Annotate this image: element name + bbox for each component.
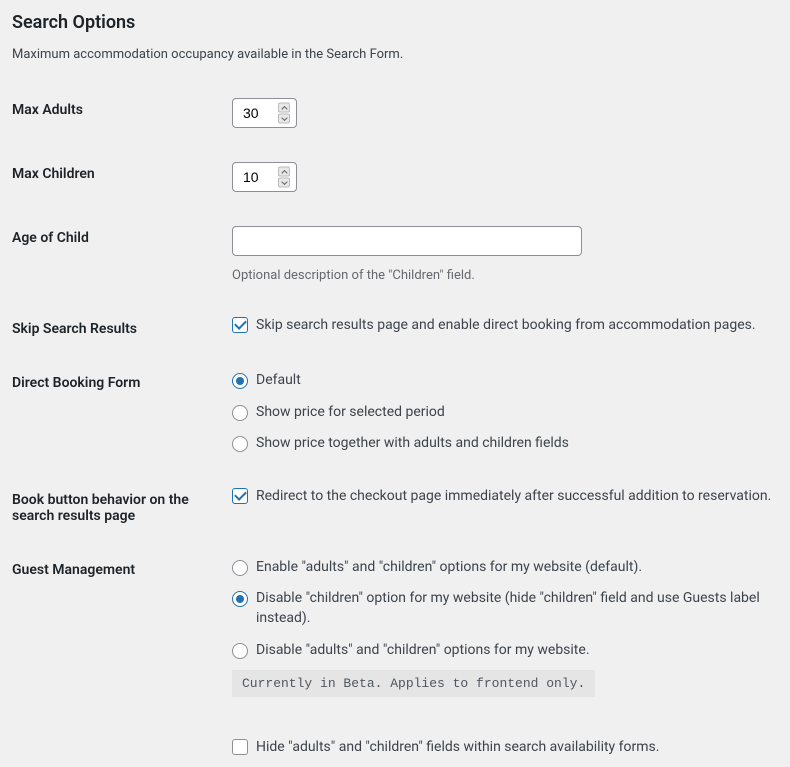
hide-fields-checkbox-label[interactable]: Hide "adults" and "children" fields with… <box>256 739 659 755</box>
skip-search-checkbox[interactable] <box>232 317 248 333</box>
direct-booking-radio-price-label[interactable]: Show price for selected period <box>256 403 445 423</box>
guest-radio-disable-both[interactable] <box>232 643 248 659</box>
beta-note: Currently in Beta. Applies to frontend o… <box>232 670 595 697</box>
age-of-child-input[interactable] <box>232 226 582 256</box>
max-children-label: Max Children <box>12 162 232 182</box>
book-button-checkbox-label[interactable]: Redirect to the checkout page immediatel… <box>256 488 771 504</box>
book-button-behavior-label: Book button behavior on the search resul… <box>12 488 232 524</box>
direct-booking-radio-price-fields-label[interactable]: Show price together with adults and chil… <box>256 434 569 454</box>
book-button-checkbox[interactable] <box>232 488 248 504</box>
hide-fields-checkbox[interactable] <box>232 739 248 755</box>
chevron-up-icon <box>281 169 288 174</box>
guest-radio-disable-both-label[interactable]: Disable "adults" and "children" options … <box>256 641 590 661</box>
max-children-step-up[interactable] <box>278 167 290 177</box>
chevron-down-icon <box>281 116 288 121</box>
direct-booking-radio-price-fields[interactable] <box>232 436 248 452</box>
skip-search-results-label: Skip Search Results <box>12 317 232 337</box>
direct-booking-radio-default-label[interactable]: Default <box>256 371 301 391</box>
age-of-child-label: Age of Child <box>12 226 232 246</box>
direct-booking-label: Direct Booking Form <box>12 371 232 391</box>
direct-booking-radio-default[interactable] <box>232 373 248 389</box>
chevron-down-icon <box>281 180 288 185</box>
section-description: Maximum accommodation occupancy availabl… <box>12 47 778 62</box>
guest-radio-disable-children-label[interactable]: Disable "children" option for my website… <box>256 589 778 628</box>
age-of-child-help: Optional description of the "Children" f… <box>232 268 778 283</box>
skip-search-checkbox-label[interactable]: Skip search results page and enable dire… <box>256 317 756 333</box>
guest-radio-enable-label[interactable]: Enable "adults" and "children" options f… <box>256 558 642 578</box>
direct-booking-radio-price[interactable] <box>232 405 248 421</box>
max-children-step-down[interactable] <box>278 178 290 188</box>
guest-radio-enable[interactable] <box>232 560 248 576</box>
guest-radio-disable-children[interactable] <box>232 591 248 607</box>
max-adults-label: Max Adults <box>12 98 232 118</box>
guest-management-label: Guest Management <box>12 558 232 578</box>
section-heading: Search Options <box>12 12 778 33</box>
chevron-up-icon <box>281 105 288 110</box>
max-adults-step-up[interactable] <box>278 103 290 113</box>
max-adults-step-down[interactable] <box>278 114 290 124</box>
